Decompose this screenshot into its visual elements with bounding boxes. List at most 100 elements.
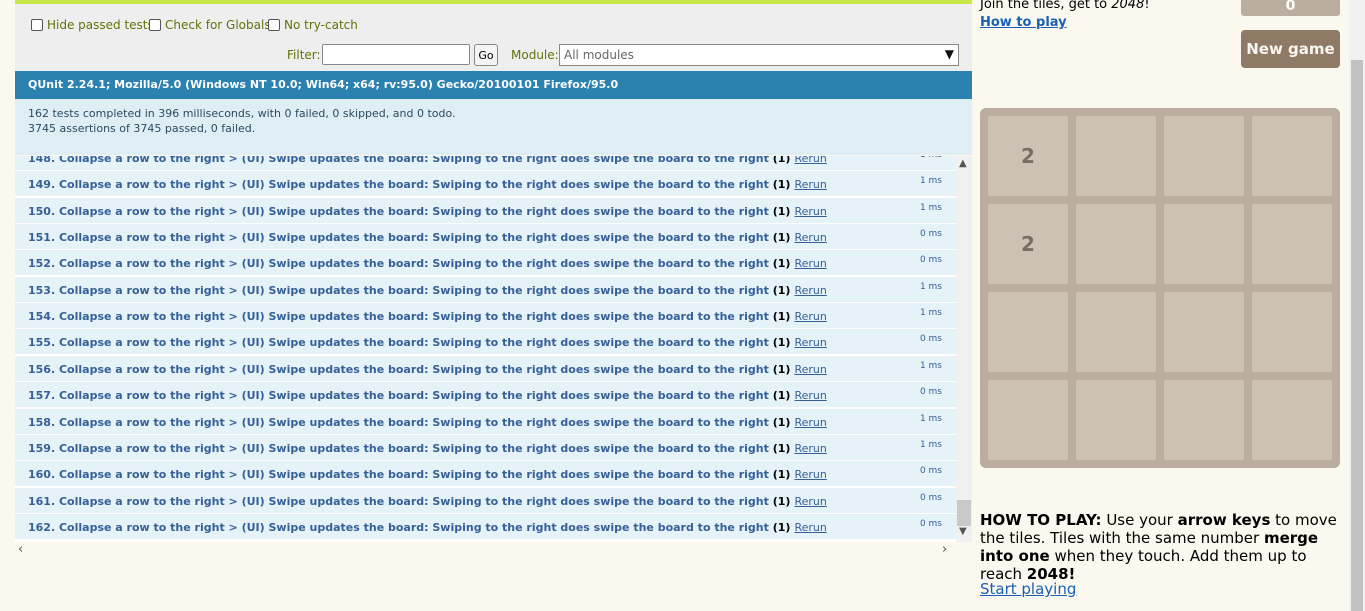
module-select[interactable]: All modules ▼ <box>559 44 959 66</box>
test-row[interactable]: 160. Collapse a row to the right > (UI) … <box>15 461 956 488</box>
test-runtime: 0 ms <box>919 492 942 503</box>
scrollbar-thumb[interactable] <box>957 500 971 526</box>
test-list[interactable]: 148. Collapse a row to the right > (UI) … <box>15 156 972 542</box>
grid-cell <box>1252 116 1332 196</box>
go-button[interactable]: Go <box>474 44 498 66</box>
test-name[interactable]: 156. Collapse a row to the right > (UI) … <box>28 363 827 376</box>
test-row[interactable]: 157. Collapse a row to the right > (UI) … <box>15 382 956 409</box>
test-assert-count: (1) <box>772 204 791 218</box>
test-name[interactable]: 160. Collapse a row to the right > (UI) … <box>28 468 827 481</box>
test-row[interactable]: 159. Collapse a row to the right > (UI) … <box>15 434 956 461</box>
test-row[interactable]: 150. Collapse a row to the right > (UI) … <box>15 197 956 224</box>
test-name[interactable]: 155. Collapse a row to the right > (UI) … <box>28 336 827 349</box>
grid-cell <box>988 292 1068 372</box>
game-intro: Join the tiles, get to 2048! <box>980 0 1150 12</box>
scroll-down-icon[interactable]: ▼ <box>959 526 967 537</box>
hide-passed-option[interactable]: Hide passed tests <box>31 18 154 32</box>
test-name[interactable]: 148. Collapse a row to the right > (UI) … <box>28 156 827 165</box>
rerun-link[interactable]: Rerun <box>794 416 826 429</box>
rerun-link[interactable]: Rerun <box>794 310 826 323</box>
rerun-link[interactable]: Rerun <box>794 205 826 218</box>
test-row[interactable]: 155. Collapse a row to the right > (UI) … <box>15 329 956 356</box>
hide-passed-checkbox[interactable] <box>31 19 43 31</box>
test-name[interactable]: 152. Collapse a row to the right > (UI) … <box>28 257 827 270</box>
test-title: Collapse a row to the right > (UI) Swipe… <box>58 156 769 165</box>
hide-passed-label: Hide passed tests <box>47 18 154 32</box>
qunit-panel: Hide passed tests Check for Globals No t… <box>15 0 972 611</box>
test-title: Collapse a row to the right > (UI) Swipe… <box>58 204 769 218</box>
rerun-link[interactable]: Rerun <box>794 156 826 165</box>
how-to-play-text: HOW TO PLAY: Use your arrow keys to move… <box>980 511 1342 583</box>
horizontal-scrollbar[interactable]: ‹ › <box>15 542 956 559</box>
rerun-link[interactable]: Rerun <box>794 521 826 534</box>
test-assert-count: (1) <box>772 178 791 192</box>
test-name[interactable]: 150. Collapse a row to the right > (UI) … <box>28 205 827 218</box>
rerun-link[interactable]: Rerun <box>794 389 826 402</box>
test-row[interactable]: 152. Collapse a row to the right > (UI) … <box>15 250 956 277</box>
test-assert-count: (1) <box>772 468 791 482</box>
new-game-button[interactable]: New game <box>1241 30 1340 68</box>
page-scrollbar-thumb[interactable] <box>1351 60 1363 611</box>
game-board[interactable]: 22 <box>980 108 1340 468</box>
rerun-link[interactable]: Rerun <box>794 257 826 270</box>
scroll-up-icon[interactable]: ▲ <box>959 158 967 169</box>
module-select-value: All modules <box>564 48 634 62</box>
test-name[interactable]: 157. Collapse a row to the right > (UI) … <box>28 389 827 402</box>
test-name[interactable]: 153. Collapse a row to the right > (UI) … <box>28 284 827 297</box>
result-summary: 162 tests completed in 396 milliseconds,… <box>28 107 456 120</box>
test-runtime: 1 ms <box>919 202 942 213</box>
rerun-link[interactable]: Rerun <box>794 178 826 191</box>
check-globals-option[interactable]: Check for Globals <box>149 18 271 32</box>
how-to-play-heading: HOW TO PLAY: <box>980 511 1102 529</box>
test-number: 152. <box>28 257 56 271</box>
test-row[interactable]: 148. Collapse a row to the right > (UI) … <box>15 156 956 171</box>
test-row[interactable]: 161. Collapse a row to the right > (UI) … <box>15 487 956 514</box>
scroll-right-icon[interactable]: › <box>942 542 947 557</box>
rerun-link[interactable]: Rerun <box>794 231 826 244</box>
scroll-left-icon[interactable]: ‹ <box>18 542 23 557</box>
module-label: Module: <box>511 48 559 62</box>
test-number: 155. <box>28 336 56 350</box>
rerun-link[interactable]: Rerun <box>794 442 826 455</box>
test-name[interactable]: 154. Collapse a row to the right > (UI) … <box>28 310 827 323</box>
no-try-catch-option[interactable]: No try-catch <box>268 18 358 32</box>
filter-input[interactable] <box>322 44 470 65</box>
rerun-link[interactable]: Rerun <box>794 468 826 481</box>
qunit-test-result: 162 tests completed in 396 milliseconds,… <box>15 99 972 155</box>
test-row[interactable]: 156. Collapse a row to the right > (UI) … <box>15 355 956 382</box>
test-number: 161. <box>28 494 56 508</box>
rerun-link[interactable]: Rerun <box>794 363 826 376</box>
vertical-scrollbar[interactable]: ▲ ▼ <box>956 156 972 542</box>
grid-cell <box>1164 380 1244 460</box>
test-runtime: 1 ms <box>919 439 942 450</box>
test-number: 154. <box>28 310 56 324</box>
test-row[interactable]: 149. Collapse a row to the right > (UI) … <box>15 171 956 198</box>
test-number: 162. <box>28 520 56 534</box>
rerun-link[interactable]: Rerun <box>794 336 826 349</box>
no-try-catch-checkbox[interactable] <box>268 19 280 31</box>
rerun-link[interactable]: Rerun <box>794 284 826 297</box>
test-title: Collapse a row to the right > (UI) Swipe… <box>58 520 769 534</box>
test-name[interactable]: 149. Collapse a row to the right > (UI) … <box>28 178 827 191</box>
test-assert-count: (1) <box>772 336 791 350</box>
test-assert-count: (1) <box>772 441 791 455</box>
test-name[interactable]: 162. Collapse a row to the right > (UI) … <box>28 521 827 534</box>
test-name[interactable]: 151. Collapse a row to the right > (UI) … <box>28 231 827 244</box>
test-row[interactable]: 162. Collapse a row to the right > (UI) … <box>15 513 956 540</box>
test-row[interactable]: 154. Collapse a row to the right > (UI) … <box>15 303 956 330</box>
test-name[interactable]: 159. Collapse a row to the right > (UI) … <box>28 442 827 455</box>
check-globals-checkbox[interactable] <box>149 19 161 31</box>
how-to-play-link[interactable]: How to play <box>980 15 1067 30</box>
grid-cell <box>1076 292 1156 372</box>
chevron-down-icon: ▼ <box>944 47 954 61</box>
start-playing-link[interactable]: Start playing <box>980 580 1076 598</box>
test-row[interactable]: 151. Collapse a row to the right > (UI) … <box>15 224 956 251</box>
test-name[interactable]: 158. Collapse a row to the right > (UI) … <box>28 416 827 429</box>
test-name[interactable]: 161. Collapse a row to the right > (UI) … <box>28 495 827 508</box>
rerun-link[interactable]: Rerun <box>794 495 826 508</box>
test-assert-count: (1) <box>772 415 791 429</box>
test-number: 151. <box>28 231 56 245</box>
test-row[interactable]: 153. Collapse a row to the right > (UI) … <box>15 276 956 303</box>
page-scrollbar[interactable] <box>1349 0 1365 611</box>
test-row[interactable]: 158. Collapse a row to the right > (UI) … <box>15 408 956 435</box>
